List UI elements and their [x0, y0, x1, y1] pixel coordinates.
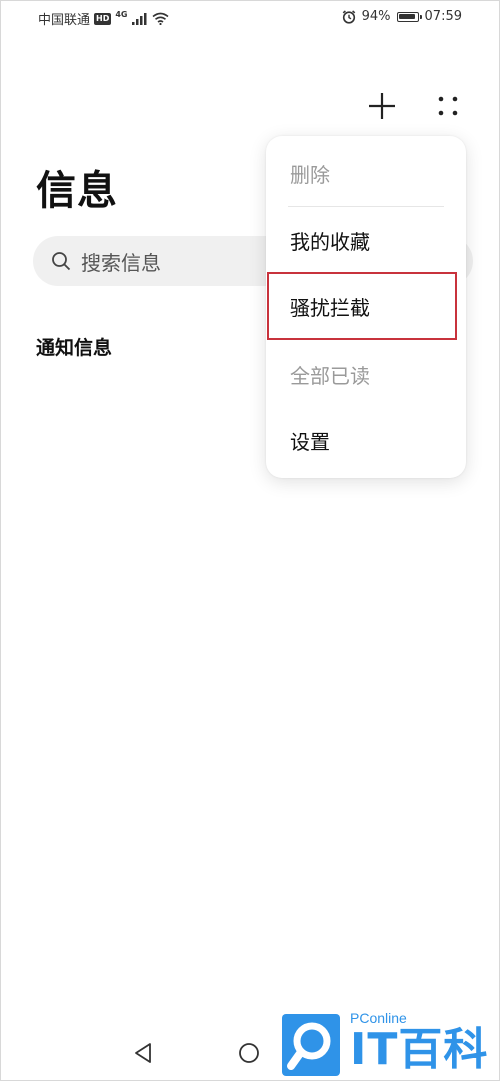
back-triangle-icon — [135, 1043, 151, 1063]
battery-fill — [398, 13, 415, 19]
page-title: 信息 — [36, 168, 118, 214]
add-button[interactable] — [364, 88, 400, 124]
wifi-icon — [152, 12, 168, 25]
highlight-box — [267, 272, 457, 340]
more-options-button[interactable] — [430, 88, 466, 124]
carrier-name: 中国联通 — [38, 13, 91, 28]
hd-badge: HD — [94, 12, 112, 25]
network-type: 4G — [115, 10, 128, 19]
nav-back-button[interactable] — [130, 1040, 156, 1066]
menu-item-favorites[interactable]: 我的收藏 — [266, 207, 466, 273]
home-circle-icon — [239, 1043, 259, 1063]
status-right: 94% 07:59 — [342, 9, 462, 24]
nav-home-button[interactable] — [236, 1040, 262, 1066]
search-icon — [51, 251, 71, 271]
watermark: PConline IT百科 — [282, 1010, 492, 1076]
menu-item-settings[interactable]: 设置 — [266, 407, 466, 473]
notification-messages-title[interactable]: 通知信息 — [36, 333, 112, 360]
battery-icon — [396, 11, 422, 22]
clock: 07:59 — [424, 9, 462, 24]
plus-icon — [369, 93, 395, 119]
menu-item-mark-all-read[interactable]: 全部已读 — [266, 341, 466, 407]
status-left: 中国联通 HD 4G — [38, 9, 169, 28]
alarm-icon — [342, 9, 355, 24]
menu-item-delete[interactable]: 删除 — [266, 140, 466, 206]
more-dots-icon — [438, 96, 458, 116]
watermark-name: IT百科 — [350, 1024, 489, 1075]
search-input-placeholder[interactable]: 搜索信息 — [81, 247, 161, 276]
status-bar: 中国联通 HD 4G 94% 07:59 — [0, 0, 500, 36]
watermark-logo-icon — [282, 1014, 340, 1076]
battery-percent: 94% — [361, 9, 391, 24]
signal-icon — [131, 12, 146, 25]
